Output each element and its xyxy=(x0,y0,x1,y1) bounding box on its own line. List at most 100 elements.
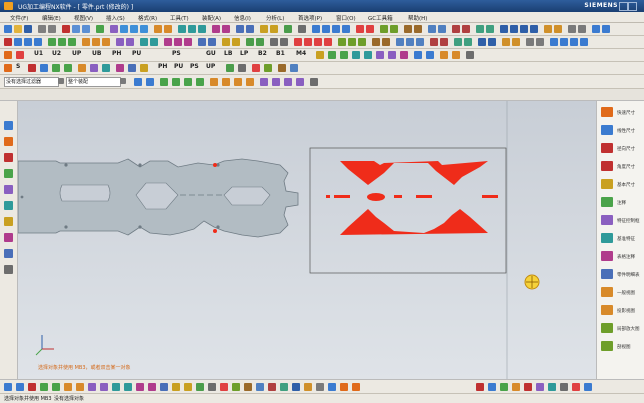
curve-isoparam-icon[interactable] xyxy=(208,383,216,391)
sketch-icon[interactable] xyxy=(178,25,186,33)
detail-view-label[interactable]: 局部放大图 xyxy=(617,326,640,332)
section-icon[interactable] xyxy=(366,25,374,33)
macro-arrow-up-icon[interactable] xyxy=(414,51,422,59)
macro-lp-button[interactable]: LP xyxy=(240,50,248,57)
assembly-icon[interactable] xyxy=(404,25,412,33)
view-orange-icon[interactable] xyxy=(512,383,520,391)
boolean-intersect-icon[interactable] xyxy=(184,38,192,46)
snap-vertex-icon[interactable] xyxy=(196,78,204,86)
undo-icon[interactable] xyxy=(38,25,46,33)
cam-cut-icon[interactable] xyxy=(28,64,36,72)
macro-u1-button[interactable]: U1 xyxy=(34,50,43,57)
curve-line-icon[interactable] xyxy=(4,383,12,391)
spline-icon[interactable] xyxy=(68,38,76,46)
view-top-icon[interactable] xyxy=(510,25,518,33)
fcf-icon[interactable] xyxy=(601,215,613,225)
section-view-label[interactable]: 剖视图 xyxy=(617,344,631,350)
sew-icon[interactable] xyxy=(232,38,240,46)
note-label[interactable]: 注释 xyxy=(617,200,626,206)
pattern-icon[interactable] xyxy=(126,38,134,46)
mill-icon[interactable] xyxy=(406,38,414,46)
cam-up-button[interactable]: UP xyxy=(206,63,215,70)
assembly-navigator-icon[interactable] xyxy=(4,121,13,130)
face-mill-icon[interactable] xyxy=(440,38,448,46)
macro-unlock-icon[interactable] xyxy=(452,51,460,59)
hide-icon[interactable] xyxy=(462,25,470,33)
macro-tool-icon[interactable] xyxy=(316,51,324,59)
cam-list-icon[interactable] xyxy=(116,64,124,72)
curve-wrap-icon[interactable] xyxy=(220,383,228,391)
blend-icon[interactable] xyxy=(222,25,230,33)
boolean-subtract-icon[interactable] xyxy=(174,38,182,46)
text-mill-icon[interactable] xyxy=(512,38,520,46)
menu-analysis[interactable]: 分析(L) xyxy=(266,14,284,22)
deselect-icon[interactable] xyxy=(146,78,154,86)
macro-lock-icon[interactable] xyxy=(440,51,448,59)
datum-axis-icon[interactable] xyxy=(208,38,216,46)
curve-project-icon[interactable] xyxy=(52,383,60,391)
curve-divide-icon[interactable] xyxy=(100,383,108,391)
curve-move-icon[interactable] xyxy=(280,383,288,391)
cam-display-icon[interactable] xyxy=(128,64,136,72)
macro-u2-button[interactable]: U2 xyxy=(52,50,61,57)
start-app-icon[interactable] xyxy=(96,25,104,33)
history-icon[interactable] xyxy=(4,185,13,194)
macro-start-icon[interactable] xyxy=(4,51,12,59)
copy-icon[interactable] xyxy=(72,25,80,33)
drafting-icon[interactable] xyxy=(380,25,388,33)
speed-icon[interactable] xyxy=(536,38,544,46)
constraint-navigator-icon[interactable] xyxy=(4,137,13,146)
move-face-icon[interactable] xyxy=(270,38,278,46)
light-icon[interactable] xyxy=(438,25,446,33)
redo-icon[interactable] xyxy=(48,25,56,33)
show-icon[interactable] xyxy=(476,25,484,33)
highlighted-profile[interactable] xyxy=(340,209,488,235)
curve-array-icon[interactable] xyxy=(328,383,336,391)
snap-on-curve-icon[interactable] xyxy=(284,78,292,86)
cam-operation-icon[interactable] xyxy=(294,38,302,46)
view-info-icon[interactable] xyxy=(584,383,592,391)
graphics-window[interactable] xyxy=(18,101,596,379)
detail-view-icon[interactable] xyxy=(601,323,613,333)
rapid-dimension-label[interactable]: 快速尺寸 xyxy=(617,110,635,116)
info-icon[interactable] xyxy=(270,25,278,33)
replace-face-icon[interactable] xyxy=(280,38,288,46)
view-teal-icon[interactable] xyxy=(548,383,556,391)
menu-info[interactable]: 信息(I) xyxy=(234,14,251,22)
roles-icon[interactable] xyxy=(4,249,13,258)
parts-list-icon[interactable] xyxy=(601,269,613,279)
linear-dimension-label[interactable]: 线性尺寸 xyxy=(617,128,635,134)
selected-point-marker[interactable] xyxy=(213,163,217,167)
macro-ub-button[interactable]: UB xyxy=(92,50,101,57)
search-icon[interactable] xyxy=(602,25,610,33)
curve-join-icon[interactable] xyxy=(76,383,84,391)
view-front-icon[interactable] xyxy=(500,25,508,33)
cut-icon[interactable] xyxy=(62,25,70,33)
cam-folder-icon[interactable] xyxy=(278,64,286,72)
curve-extract-icon[interactable] xyxy=(196,383,204,391)
postprocess-icon[interactable] xyxy=(358,38,366,46)
macro-list-icon[interactable] xyxy=(364,51,372,59)
view-green-icon[interactable] xyxy=(500,383,508,391)
angular-dimension-icon[interactable] xyxy=(601,161,613,171)
trim-icon[interactable] xyxy=(92,38,100,46)
curve-bridge-icon[interactable] xyxy=(64,383,72,391)
parts-list-label[interactable]: 零件明细表 xyxy=(617,272,640,278)
macro-edit-icon[interactable] xyxy=(352,51,360,59)
menu-insert[interactable]: 插入(S) xyxy=(106,14,125,22)
planar-mill-icon[interactable] xyxy=(430,38,438,46)
macro-m4-button[interactable]: M4 xyxy=(296,50,306,57)
menu-assembly[interactable]: 装配(A) xyxy=(202,14,221,22)
basic-dimension-label[interactable]: 基本尺寸 xyxy=(617,182,635,188)
view-highlight-icon[interactable] xyxy=(524,383,532,391)
measure-icon[interactable] xyxy=(260,25,268,33)
macro-export-icon[interactable] xyxy=(376,51,384,59)
datum-plane-icon[interactable] xyxy=(198,38,206,46)
thicken-icon[interactable] xyxy=(246,38,254,46)
curve-helix-icon[interactable] xyxy=(136,383,144,391)
macro-b2-button[interactable]: B2 xyxy=(258,50,267,57)
select-all-icon[interactable] xyxy=(134,78,142,86)
macro-ps-button[interactable]: PS xyxy=(172,50,181,57)
macro-clear-icon[interactable] xyxy=(400,51,408,59)
pan-icon[interactable] xyxy=(140,25,148,33)
